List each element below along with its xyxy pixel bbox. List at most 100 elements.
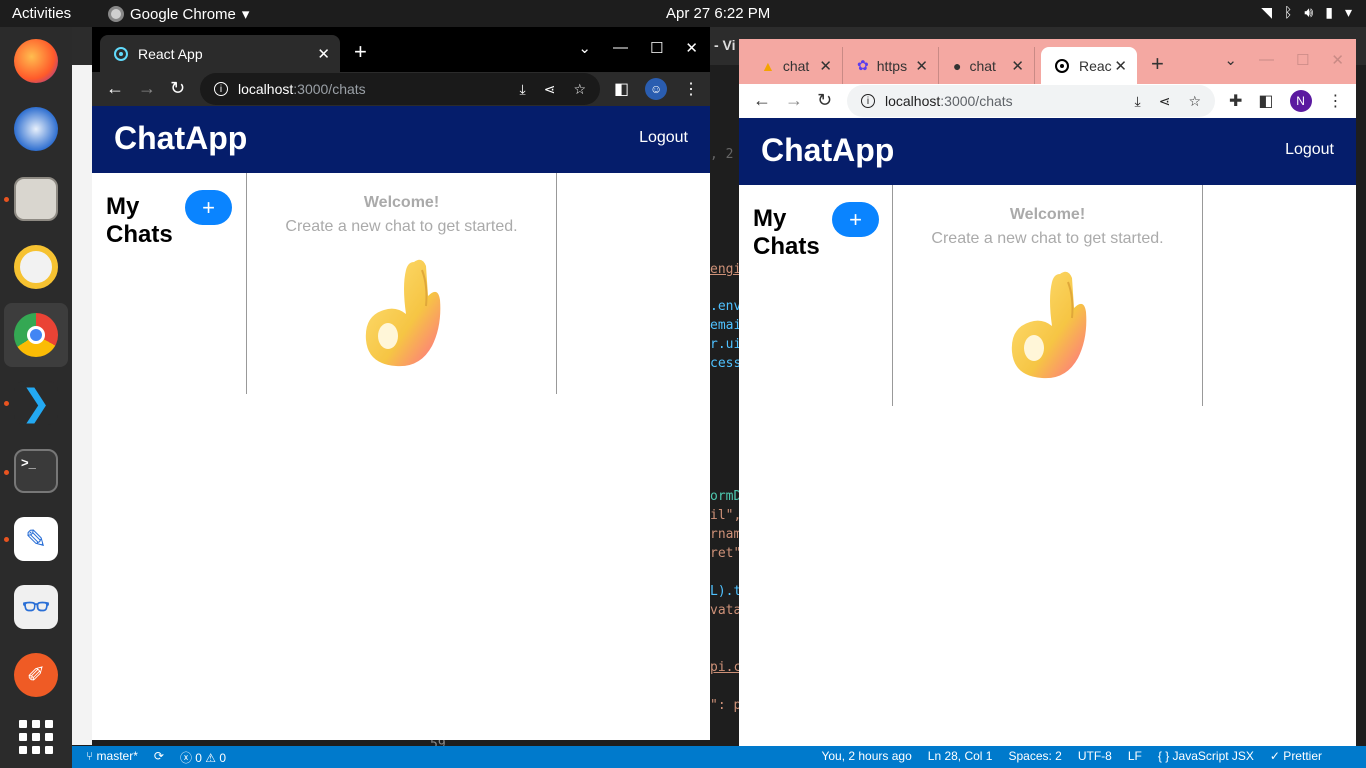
code-fragment: .env [710,299,742,314]
error-icon: ⓧ [179,751,196,765]
firefox-launcher[interactable] [10,35,62,87]
site-info-icon[interactable]: i [214,82,228,96]
terminal-launcher[interactable]: >_ [10,445,62,497]
bookmark-star-icon[interactable]: ☆ [573,81,586,98]
logout-button[interactable]: Logout [639,129,688,147]
maximize-button[interactable]: ☐ [1296,51,1309,69]
react-icon [1055,58,1069,73]
maximize-button[interactable]: ☐ [650,39,663,57]
chrome-launcher[interactable] [4,303,68,367]
menu-kebab-icon[interactable]: ⋮ [683,79,699,99]
volume-icon: 🔊︎ [1304,4,1314,20]
tab-title: chat [782,57,810,74]
tab-strip: ▲ chat ✕ ✿ https ✕ ● chat ✕ Reac ✕ + ⌄ —… [739,39,1356,84]
git-branch[interactable]: ⑂ master* [86,749,138,766]
tab-chat-github[interactable]: ● chat ✕ [939,47,1035,84]
code-fragment: vata [710,603,742,618]
code-fragment: engi [710,262,742,277]
tab-react-app[interactable]: React App ✕ [100,35,340,72]
close-tab-icon[interactable]: ✕ [819,57,832,75]
battery-icon: ▮ [1325,4,1333,20]
new-chat-button[interactable]: + [185,190,232,225]
system-tray[interactable]: ◥ ᛒ 🔊︎ ▮ ▾ [1261,4,1352,21]
menu-kebab-icon[interactable]: ⋮ [1328,91,1344,111]
profile-avatar[interactable]: N [1289,90,1312,112]
tab-react-app[interactable]: Reac ✕ [1041,47,1137,84]
url-host: localhost [885,93,941,109]
reload-button[interactable]: ↻ [170,78,185,99]
extensions-icon[interactable]: ✚ [1229,91,1242,111]
forward-button[interactable]: → [138,78,156,99]
chat-main: Welcome! Create a new chat to get starte… [893,185,1203,406]
text-editor-launcher[interactable]: ✎ [10,513,62,565]
firefox-icon [14,39,58,83]
welcome-heading: Welcome! [1009,206,1086,223]
code-fragment: L).t [710,584,742,599]
close-window-button[interactable]: ✕ [685,39,698,57]
install-icon[interactable]: ⤓ [520,81,526,98]
app-header: ChatApp Logout [739,118,1356,185]
ok-hand-icon [1011,271,1086,379]
share-icon[interactable]: ⋖ [1159,93,1171,110]
git-blame[interactable]: You, 2 hours ago [821,749,911,763]
side-panel-icon[interactable]: ◧ [1258,91,1273,111]
thunderbird-launcher[interactable] [10,103,62,155]
tab-chat-1[interactable]: ▲ chat ✕ [747,47,843,84]
chrome-window-pink: ▲ chat ✕ ✿ https ✕ ● chat ✕ Reac ✕ + ⌄ —… [739,39,1356,746]
tab-strip: React App ✕ + ⌄ — ☐ ✕ [92,27,710,72]
welcome-subtitle: Create a new chat to get started. [931,230,1164,247]
reload-button[interactable]: ↻ [817,90,832,111]
line-ending[interactable]: LF [1128,749,1142,763]
address-bar[interactable]: i localhost:3000/chats ⤓ ⋖ ☆ [200,73,600,105]
vscode-launcher[interactable]: ❯ [10,377,62,429]
site-info-icon[interactable]: i [861,94,875,108]
indentation[interactable]: Spaces: 2 [1008,749,1061,763]
code-fragment: r.ui [710,337,742,352]
cursor-position[interactable]: Ln 28, Col 1 [928,749,993,763]
language-mode[interactable]: { } JavaScript JSX [1158,749,1254,763]
address-bar[interactable]: i localhost:3000/chats ⤓ ⋖ ☆ [847,85,1215,117]
tab-https[interactable]: ✿ https ✕ [843,47,939,84]
bookmark-star-icon[interactable]: ☆ [1188,93,1201,110]
problems-count[interactable]: ⓧ 0 ⚠ 0 [180,749,226,766]
app-menu[interactable]: Google Chrome ▾ [108,5,249,23]
minimize-button[interactable]: — [613,39,628,57]
show-apps-button[interactable] [10,711,62,763]
tab-search-icon[interactable]: ⌄ [1224,51,1237,69]
chat-sidebar: My Chats + [92,173,247,394]
rhythmbox-launcher[interactable] [10,241,62,293]
tab-search-icon[interactable]: ⌄ [578,39,591,57]
minimize-button[interactable]: — [1259,51,1274,69]
logout-button[interactable]: Logout [1285,141,1334,159]
back-button[interactable]: ← [753,90,771,111]
new-tab-button[interactable]: + [1151,51,1164,77]
new-chat-button[interactable]: + [832,202,879,237]
sync-icon[interactable]: ⟳ [154,749,164,766]
document-viewer-launcher[interactable]: 👓︎ [10,581,62,633]
profile-avatar[interactable]: ☺ [645,78,668,100]
close-tab-icon[interactable]: ✕ [317,45,330,63]
files-launcher[interactable] [10,173,62,225]
forward-button[interactable]: → [785,90,803,111]
share-icon[interactable]: ⋖ [544,81,556,98]
close-window-button[interactable]: ✕ [1331,51,1344,69]
back-button[interactable]: ← [106,78,124,99]
tab-title: Reac [1079,57,1112,74]
prettier-status[interactable]: ✓ Prettier [1270,749,1322,763]
chat-main: Welcome! Create a new chat to get starte… [247,173,557,394]
close-tab-icon[interactable]: ✕ [1011,57,1024,75]
clock[interactable]: Apr 27 6:22 PM [666,5,770,22]
tab-title: React App [138,45,203,62]
github-icon: ● [953,57,962,74]
close-tab-icon[interactable]: ✕ [1114,57,1127,75]
postman-launcher[interactable]: ✐ [10,649,62,701]
activities-button[interactable]: Activities [12,5,71,22]
install-icon[interactable]: ⤓ [1135,93,1141,110]
side-panel-icon[interactable]: ◧ [614,79,629,99]
chevron-down-icon: ▾ [241,6,250,23]
chat-app: ChatApp Logout My Chats + Welcome! Creat… [92,106,710,394]
encoding[interactable]: UTF-8 [1078,749,1112,763]
new-tab-button[interactable]: + [354,39,367,65]
welcome-heading: Welcome! [363,194,440,211]
close-tab-icon[interactable]: ✕ [915,57,928,75]
